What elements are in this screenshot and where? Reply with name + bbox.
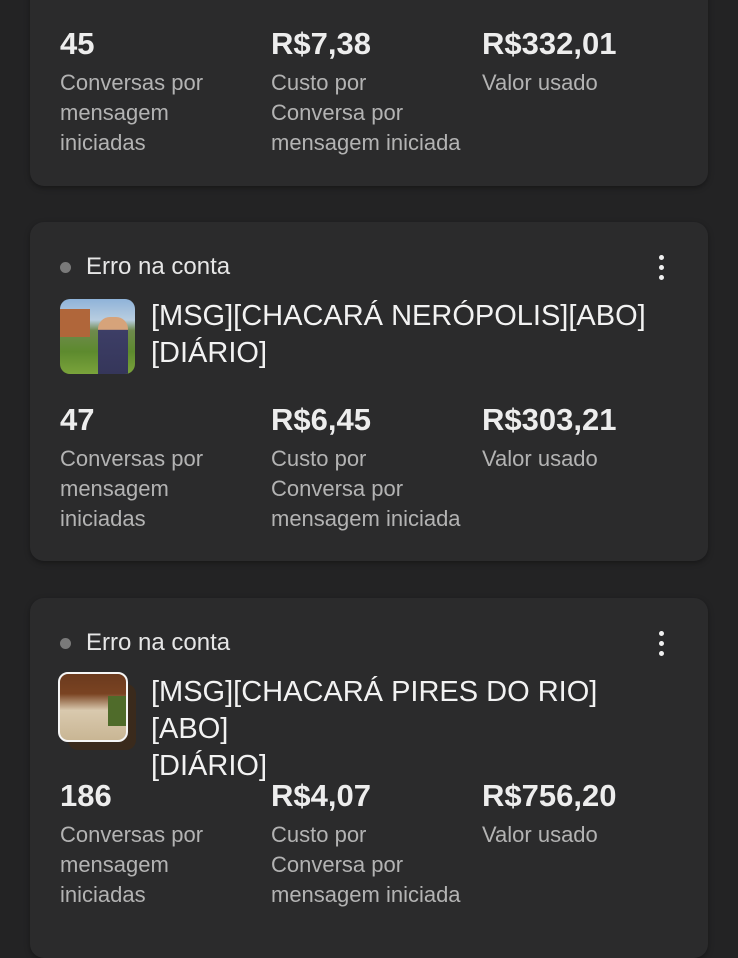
metric-conversations: 186 Conversas por mensagem iniciadas (60, 776, 270, 910)
campaign-title-line: [DIÁRIO] (151, 337, 268, 369)
metric-label-line: Conversas por (60, 446, 204, 471)
metric-label-line: mensagem iniciada (271, 130, 461, 155)
metric-label: Conversas por mensagem iniciadas (60, 68, 270, 158)
campaign-title[interactable]: [MSG][CHACARÁ NERÓPOLIS][ABO] [DIÁRIO] (151, 298, 671, 372)
more-vertical-icon (658, 640, 664, 646)
metric-value: R$303,21 (482, 402, 617, 437)
metric-label-line: Custo por (271, 822, 367, 847)
metric-label: Custo por Conversa por mensagem iniciada (271, 820, 481, 910)
metric-value: R$756,20 (482, 778, 617, 813)
account-status: Erro na conta (60, 252, 230, 282)
metric-cost-per-conversation: R$4,07 Custo por Conversa por mensagem i… (271, 776, 481, 910)
metric-label: Valor usado (482, 444, 692, 474)
campaign-title-line: [MSG][CHACARÁ NERÓPOLIS][ABO] (151, 300, 646, 332)
metric-label: Valor usado (482, 820, 692, 850)
metric-value: 47 (60, 402, 95, 437)
metric-value: R$332,01 (482, 26, 617, 61)
status-dot-icon (60, 637, 71, 649)
status-dot-icon (60, 261, 71, 273)
metric-amount-spent: R$756,20 Valor usado (482, 776, 692, 850)
metric-amount-spent: R$332,01 Valor usado (482, 24, 692, 98)
metric-label-line: Conversa por (271, 852, 404, 877)
metric-label: Valor usado (482, 68, 692, 98)
campaign-thumbnail (58, 672, 138, 752)
metric-label-line: iniciadas (60, 882, 146, 907)
metric-amount-spent: R$303,21 Valor usado (482, 400, 692, 474)
metric-label: Custo por Conversa por mensagem iniciada (271, 444, 481, 534)
more-vertical-icon (658, 630, 664, 636)
metric-label-line: Valor usado (482, 446, 598, 471)
metric-value: R$6,45 (271, 402, 371, 437)
metric-label-line: Conversas por (60, 70, 204, 95)
metric-label-line: Valor usado (482, 70, 598, 95)
metric-label-line: iniciadas (60, 506, 146, 531)
status-text: Erro na conta (86, 629, 231, 656)
more-vertical-icon (658, 264, 664, 270)
metric-label-line: iniciadas (60, 130, 146, 155)
campaign-title-line: [MSG][CHACARÁ PIRES DO RIO][ABO] (151, 676, 598, 745)
metric-conversations: 47 Conversas por mensagem iniciadas (60, 400, 270, 534)
metric-label: Conversas por mensagem iniciadas (60, 820, 270, 910)
metric-label: Conversas por mensagem iniciadas (60, 444, 270, 534)
metric-label: Custo por Conversa por mensagem iniciada (271, 68, 481, 158)
metric-label-line: mensagem (60, 476, 169, 501)
account-status: Erro na conta (60, 628, 230, 658)
more-vertical-icon (658, 274, 664, 280)
metric-label-line: Valor usado (482, 822, 598, 847)
metric-value: R$4,07 (271, 778, 371, 813)
metric-label-line: mensagem iniciada (271, 506, 461, 531)
metric-value: 45 (60, 26, 95, 61)
campaign-card[interactable]: Erro na conta [MSG][CHACARÁ NERÓPOLIS][A… (30, 222, 708, 561)
metric-label-line: Custo por (271, 446, 367, 471)
metric-label-line: Conversa por (271, 100, 404, 125)
metric-label-line: mensagem (60, 100, 169, 125)
status-text: Erro na conta (86, 253, 231, 280)
more-vertical-icon (658, 650, 664, 656)
more-options-button[interactable] (648, 628, 674, 658)
campaign-card[interactable]: Erro na conta [MSG][CHACARÁ PIRES DO RIO… (30, 598, 708, 958)
metric-cost-per-conversation: R$7,38 Custo por Conversa por mensagem i… (271, 24, 481, 158)
metric-value: R$7,38 (271, 26, 371, 61)
campaign-thumbnail (60, 299, 135, 374)
metric-label-line: mensagem (60, 852, 169, 877)
metric-value: 186 (60, 778, 112, 813)
campaign-card[interactable]: 45 Conversas por mensagem iniciadas R$7,… (30, 0, 708, 186)
metric-label-line: mensagem iniciada (271, 882, 461, 907)
metric-cost-per-conversation: R$6,45 Custo por Conversa por mensagem i… (271, 400, 481, 534)
metric-label-line: Conversa por (271, 476, 404, 501)
more-options-button[interactable] (648, 252, 674, 282)
more-vertical-icon (658, 254, 664, 260)
metric-label-line: Custo por (271, 70, 367, 95)
metric-label-line: Conversas por (60, 822, 204, 847)
campaign-title[interactable]: [MSG][CHACARÁ PIRES DO RIO][ABO] [DIÁRIO… (151, 674, 671, 785)
metric-conversations: 45 Conversas por mensagem iniciadas (60, 24, 270, 158)
